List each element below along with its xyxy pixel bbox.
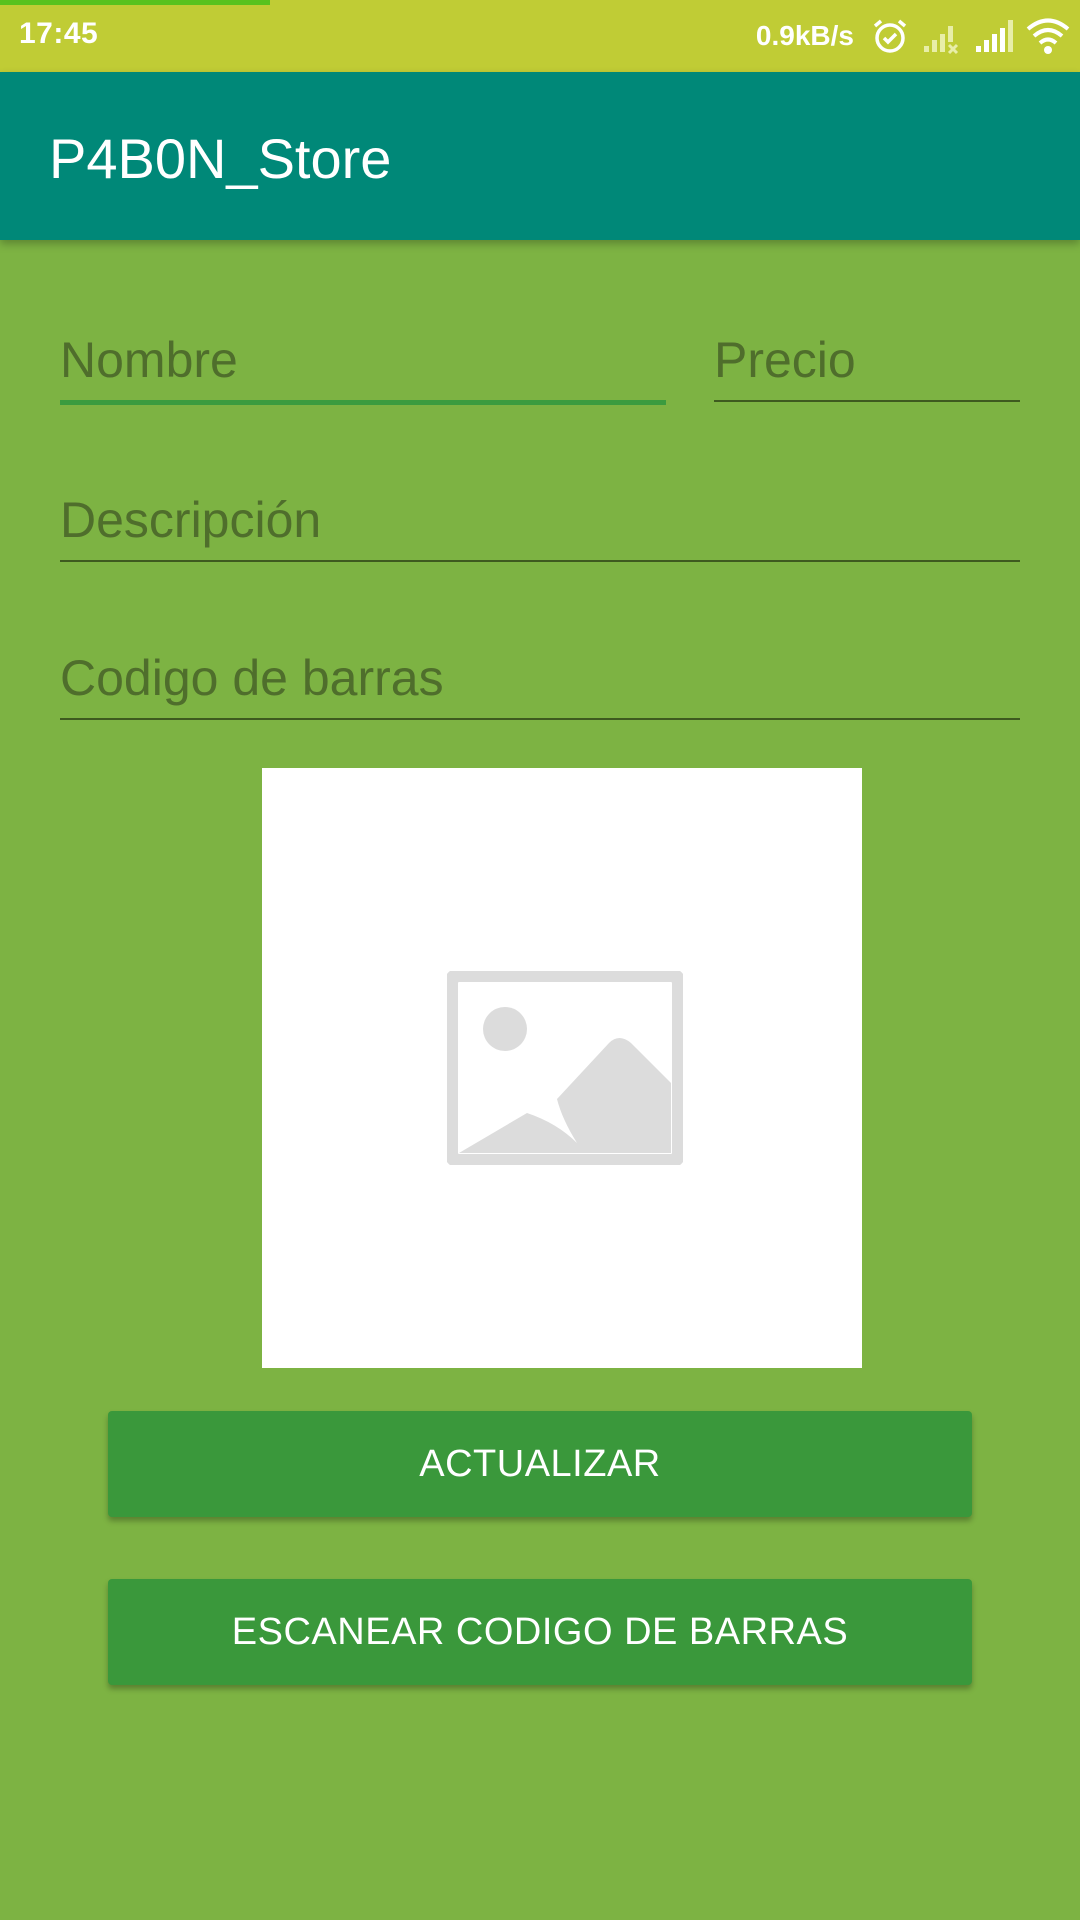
app-bar: P4B0N_Store [0,72,1080,240]
precio-field [714,320,1020,402]
descripcion-field [60,480,1020,562]
nombre-field [60,320,666,405]
alarm-icon [870,16,910,56]
signal-icon [974,16,1014,56]
app-title: P4B0N_Store [49,127,392,190]
page-load-progress [0,0,270,5]
codigo-barras-field [60,638,1020,720]
wifi-icon [1026,16,1070,56]
precio-input[interactable] [714,320,1020,400]
product-image[interactable] [262,768,862,1368]
escanear-codigo-button[interactable]: ESCANEAR CODIGO DE BARRAS [108,1579,972,1685]
codigo-barras-input[interactable] [60,638,1020,718]
network-speed: 0.9kB/s [755,20,854,51]
nombre-input[interactable] [60,320,666,400]
status-time: 17:45 [19,17,99,50]
status-bar: 17:45 0.9kB/s [0,0,1080,72]
status-indicators: 0.9kB/s [755,14,1070,58]
screen: 17:45 0.9kB/s P4B0N_Store Nombre Precio … [0,0,1080,1920]
descripcion-input[interactable] [60,480,1020,560]
actualizar-button[interactable]: ACTUALIZAR [108,1411,972,1517]
signal-off-icon [922,16,962,56]
image-placeholder-icon [447,971,683,1165]
